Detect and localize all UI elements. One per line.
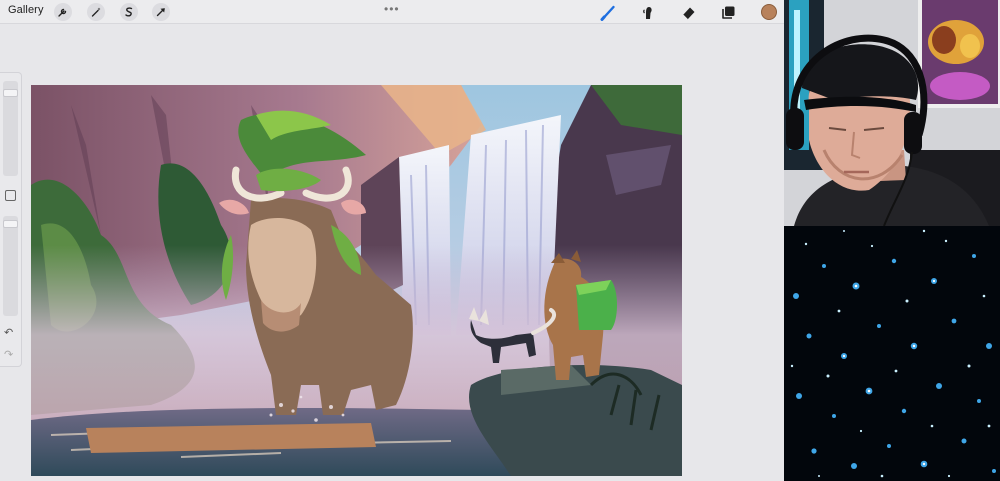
top-toolbar: Gallery ••• [0,0,784,24]
starfield-overlay [784,226,1000,481]
actions-wrench-icon[interactable] [54,3,72,21]
adjustments-wand-icon[interactable] [87,3,105,21]
eraser-icon[interactable] [678,2,698,22]
starfield-image [784,226,1000,481]
procreate-app: Gallery ••• ↶ ↷ [0,0,784,481]
brush-size-slider[interactable] [3,81,18,176]
redo-icon[interactable]: ↷ [4,348,13,361]
transform-arrow-icon[interactable] [152,3,170,21]
webcam-feed [784,0,1000,226]
brush-opacity-thumb[interactable] [3,220,18,228]
modify-square-button[interactable] [5,190,16,201]
more-options-dots[interactable]: ••• [384,2,400,16]
color-picker-swatch[interactable] [761,4,777,20]
canvas-painting [31,85,682,476]
streamer-portrait [784,0,1000,226]
smudge-icon[interactable] [638,2,658,22]
brush-size-thumb[interactable] [3,89,18,97]
undo-icon[interactable]: ↶ [4,326,13,339]
selection-s-icon[interactable] [120,3,138,21]
drawing-canvas[interactable] [31,85,682,476]
layers-icon[interactable] [718,2,738,22]
gallery-button[interactable]: Gallery [8,4,44,16]
brush-icon[interactable] [598,2,618,22]
brush-sidebar: ↶ ↷ [0,72,22,367]
brush-opacity-slider[interactable] [3,216,18,316]
